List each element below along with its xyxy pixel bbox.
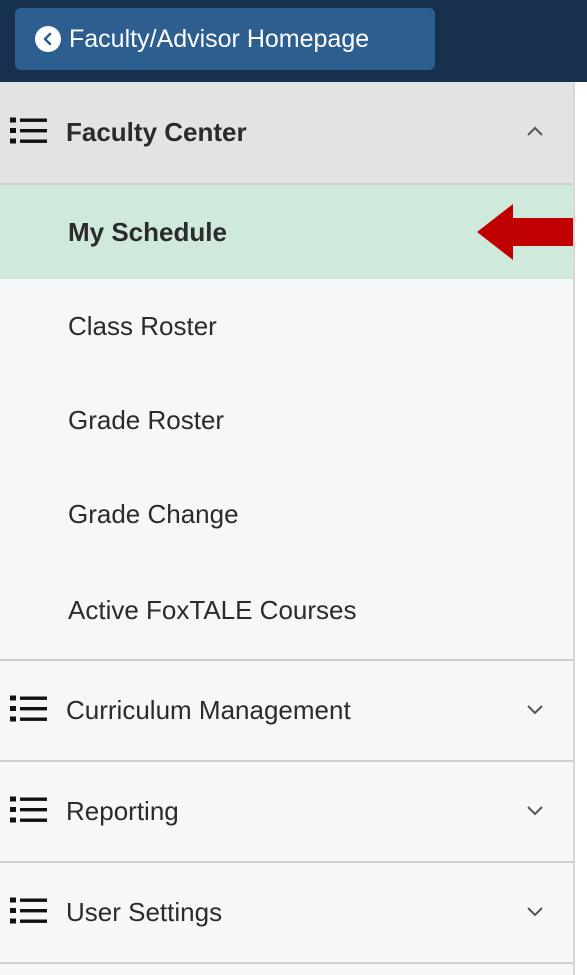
section-label: User Settings xyxy=(66,897,223,927)
nav-item-label: Grade Change xyxy=(68,498,239,529)
nav-item-label: Grade Roster xyxy=(68,404,225,435)
nav-item-grade-roster[interactable]: Grade Roster xyxy=(0,373,573,467)
nav-item-class-roster[interactable]: Class Roster xyxy=(0,279,573,373)
nav-item-label: Class Roster xyxy=(68,310,217,341)
section-label: Curriculum Management xyxy=(66,695,351,725)
list-icon xyxy=(10,693,48,728)
nav-item-grade-change[interactable]: Grade Change xyxy=(0,467,573,561)
nav-item-label: My Schedule xyxy=(68,216,227,247)
top-bar: Faculty/Advisor Homepage xyxy=(0,0,587,82)
navigation-panel: Faculty Center My Schedule Class Roster … xyxy=(0,82,575,975)
section-label: Reporting xyxy=(66,796,179,826)
back-button-label: Faculty/Advisor Homepage xyxy=(69,24,370,53)
list-icon xyxy=(10,895,48,930)
section-reporting[interactable]: Reporting xyxy=(0,762,573,863)
list-icon xyxy=(10,794,48,829)
section-curriculum-management[interactable]: Curriculum Management xyxy=(0,661,573,762)
faculty-advisor-homepage-button[interactable]: Faculty/Advisor Homepage xyxy=(15,8,435,70)
arrow-left-icon xyxy=(477,204,573,267)
chevron-up-icon[interactable] xyxy=(526,124,544,142)
section-label: Faculty Center xyxy=(66,117,247,147)
list-icon xyxy=(10,115,48,150)
chevron-down-icon[interactable] xyxy=(526,904,544,922)
section-faculty-center[interactable]: Faculty Center xyxy=(0,82,573,185)
chevron-left-icon xyxy=(35,26,61,52)
chevron-down-icon[interactable] xyxy=(526,702,544,720)
nav-item-active-foxtale-courses[interactable]: Active FoxTALE Courses xyxy=(0,561,573,661)
nav-item-my-schedule[interactable]: My Schedule xyxy=(0,185,573,279)
nav-item-label: Active FoxTALE Courses xyxy=(68,594,357,625)
section-user-settings[interactable]: User Settings xyxy=(0,863,573,964)
chevron-down-icon[interactable] xyxy=(526,803,544,821)
